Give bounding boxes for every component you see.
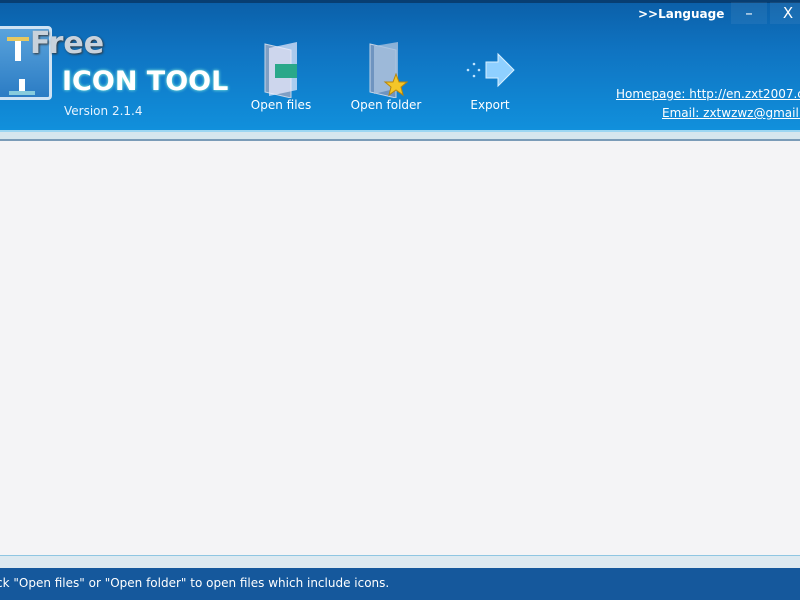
open-folder-button[interactable]: Open folder xyxy=(348,40,424,112)
export-button[interactable]: Export xyxy=(462,40,518,112)
header: Free ICON TOOL Version 2.1.4 Open files … xyxy=(0,0,800,130)
language-button[interactable]: >>Language xyxy=(638,7,724,21)
open-folder-label: Open folder xyxy=(350,98,422,112)
open-files-icon xyxy=(246,40,316,99)
close-button[interactable]: X xyxy=(770,2,800,24)
export-label: Export xyxy=(470,98,510,112)
open-files-label: Open files xyxy=(250,98,312,112)
logo-free-text: Free xyxy=(30,26,105,61)
top-border xyxy=(0,0,800,3)
app-title: ICON TOOL xyxy=(62,66,229,97)
status-bar: ck "Open files" or "Open folder" to open… xyxy=(0,568,800,600)
status-text: ck "Open files" or "Open folder" to open… xyxy=(0,576,390,590)
bottom-divider xyxy=(0,555,800,568)
header-divider xyxy=(0,130,800,139)
email-link[interactable]: Email: zxtwzwz@gmail.co xyxy=(662,106,800,120)
homepage-link[interactable]: Homepage: http://en.zxt2007.co xyxy=(616,87,800,101)
minimize-button[interactable]: – xyxy=(731,2,767,24)
icon-list-area[interactable] xyxy=(0,141,800,555)
open-files-button[interactable]: Open files xyxy=(246,40,316,112)
open-folder-icon xyxy=(348,40,424,99)
export-arrow-icon xyxy=(462,40,518,98)
app-version: Version 2.1.4 xyxy=(64,104,143,118)
